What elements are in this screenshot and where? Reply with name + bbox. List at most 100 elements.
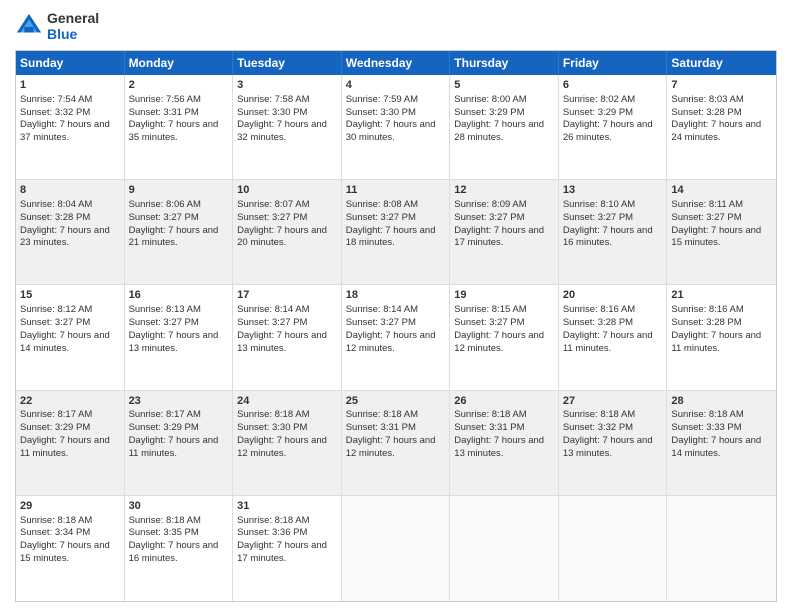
day-number: 19 — [454, 288, 554, 303]
cell-line: Sunset: 3:27 PM — [671, 212, 772, 225]
cell-line: Daylight: 7 hours and 13 minutes. — [237, 330, 337, 356]
cell-line: Daylight: 7 hours and 14 minutes. — [20, 330, 120, 356]
cal-cell: 11Sunrise: 8:08 AMSunset: 3:27 PMDayligh… — [342, 180, 451, 284]
cell-line: Sunrise: 7:54 AM — [20, 94, 120, 107]
header: General Blue — [15, 10, 777, 42]
cell-line: Sunrise: 7:56 AM — [129, 94, 229, 107]
cal-cell: 6Sunrise: 8:02 AMSunset: 3:29 PMDaylight… — [559, 75, 668, 179]
cell-line: Daylight: 7 hours and 11 minutes. — [671, 330, 772, 356]
cell-line: Sunrise: 8:18 AM — [129, 515, 229, 528]
cal-cell: 10Sunrise: 8:07 AMSunset: 3:27 PMDayligh… — [233, 180, 342, 284]
day-number: 31 — [237, 499, 337, 514]
cell-line: Sunset: 3:28 PM — [671, 107, 772, 120]
cell-line: Sunrise: 8:12 AM — [20, 304, 120, 317]
cell-line: Daylight: 7 hours and 23 minutes. — [20, 225, 120, 251]
cell-line: Sunset: 3:31 PM — [346, 422, 446, 435]
cell-line: Sunrise: 8:18 AM — [563, 409, 663, 422]
day-number: 14 — [671, 183, 772, 198]
cal-cell: 28Sunrise: 8:18 AMSunset: 3:33 PMDayligh… — [667, 391, 776, 495]
cell-line: Sunset: 3:29 PM — [563, 107, 663, 120]
day-number: 23 — [129, 394, 229, 409]
cell-line: Sunset: 3:27 PM — [129, 317, 229, 330]
cell-line: Daylight: 7 hours and 17 minutes. — [454, 225, 554, 251]
calendar-body: 1Sunrise: 7:54 AMSunset: 3:32 PMDaylight… — [16, 75, 776, 601]
cal-cell: 17Sunrise: 8:14 AMSunset: 3:27 PMDayligh… — [233, 285, 342, 389]
cell-line: Sunrise: 8:18 AM — [671, 409, 772, 422]
day-number: 24 — [237, 394, 337, 409]
cell-line: Sunrise: 8:14 AM — [237, 304, 337, 317]
day-number: 28 — [671, 394, 772, 409]
cell-line: Sunset: 3:27 PM — [346, 212, 446, 225]
cal-cell: 1Sunrise: 7:54 AMSunset: 3:32 PMDaylight… — [16, 75, 125, 179]
cell-line: Sunset: 3:35 PM — [129, 527, 229, 540]
cell-line: Sunrise: 8:03 AM — [671, 94, 772, 107]
cal-cell — [667, 496, 776, 601]
cal-cell: 24Sunrise: 8:18 AMSunset: 3:30 PMDayligh… — [233, 391, 342, 495]
cell-line: Sunset: 3:28 PM — [671, 317, 772, 330]
cell-line: Sunset: 3:28 PM — [20, 212, 120, 225]
cell-line: Sunset: 3:27 PM — [237, 317, 337, 330]
cell-line: Sunset: 3:27 PM — [20, 317, 120, 330]
cal-cell: 27Sunrise: 8:18 AMSunset: 3:32 PMDayligh… — [559, 391, 668, 495]
cell-line: Sunset: 3:29 PM — [129, 422, 229, 435]
cell-line: Sunset: 3:29 PM — [20, 422, 120, 435]
day-number: 5 — [454, 78, 554, 93]
cal-cell: 4Sunrise: 7:59 AMSunset: 3:30 PMDaylight… — [342, 75, 451, 179]
cell-line: Sunrise: 8:18 AM — [346, 409, 446, 422]
cell-line: Sunrise: 8:13 AM — [129, 304, 229, 317]
cell-line: Sunset: 3:31 PM — [454, 422, 554, 435]
cell-line: Sunrise: 8:17 AM — [129, 409, 229, 422]
calendar: SundayMondayTuesdayWednesdayThursdayFrid… — [15, 50, 777, 602]
day-number: 9 — [129, 183, 229, 198]
cell-line: Sunset: 3:33 PM — [671, 422, 772, 435]
day-number: 17 — [237, 288, 337, 303]
day-number: 10 — [237, 183, 337, 198]
cell-line: Sunrise: 8:06 AM — [129, 199, 229, 212]
cell-line: Daylight: 7 hours and 37 minutes. — [20, 119, 120, 145]
cell-line: Sunrise: 8:08 AM — [346, 199, 446, 212]
cell-line: Sunrise: 8:04 AM — [20, 199, 120, 212]
cal-cell: 26Sunrise: 8:18 AMSunset: 3:31 PMDayligh… — [450, 391, 559, 495]
cal-cell: 2Sunrise: 7:56 AMSunset: 3:31 PMDaylight… — [125, 75, 234, 179]
col-header-tuesday: Tuesday — [233, 51, 342, 75]
cell-line: Sunrise: 8:10 AM — [563, 199, 663, 212]
cell-line: Daylight: 7 hours and 14 minutes. — [671, 435, 772, 461]
cal-cell: 13Sunrise: 8:10 AMSunset: 3:27 PMDayligh… — [559, 180, 668, 284]
day-number: 6 — [563, 78, 663, 93]
cell-line: Sunset: 3:36 PM — [237, 527, 337, 540]
cell-line: Sunrise: 8:00 AM — [454, 94, 554, 107]
day-number: 13 — [563, 183, 663, 198]
cal-cell: 22Sunrise: 8:17 AMSunset: 3:29 PMDayligh… — [16, 391, 125, 495]
cell-line: Sunrise: 8:11 AM — [671, 199, 772, 212]
col-header-monday: Monday — [125, 51, 234, 75]
cell-line: Sunrise: 8:18 AM — [20, 515, 120, 528]
cal-cell — [559, 496, 668, 601]
cell-line: Sunrise: 8:18 AM — [237, 515, 337, 528]
day-number: 25 — [346, 394, 446, 409]
cell-line: Sunrise: 8:15 AM — [454, 304, 554, 317]
cal-cell: 3Sunrise: 7:58 AMSunset: 3:30 PMDaylight… — [233, 75, 342, 179]
cal-cell: 18Sunrise: 8:14 AMSunset: 3:27 PMDayligh… — [342, 285, 451, 389]
cal-cell: 23Sunrise: 8:17 AMSunset: 3:29 PMDayligh… — [125, 391, 234, 495]
calendar-header: SundayMondayTuesdayWednesdayThursdayFrid… — [16, 51, 776, 75]
day-number: 30 — [129, 499, 229, 514]
cal-cell: 20Sunrise: 8:16 AMSunset: 3:28 PMDayligh… — [559, 285, 668, 389]
logo: General Blue — [15, 10, 99, 42]
cell-line: Sunrise: 8:16 AM — [671, 304, 772, 317]
day-number: 8 — [20, 183, 120, 198]
day-number: 11 — [346, 183, 446, 198]
day-number: 4 — [346, 78, 446, 93]
cell-line: Sunrise: 8:18 AM — [237, 409, 337, 422]
cell-line: Daylight: 7 hours and 35 minutes. — [129, 119, 229, 145]
cell-line: Sunset: 3:32 PM — [20, 107, 120, 120]
cal-row-3: 22Sunrise: 8:17 AMSunset: 3:29 PMDayligh… — [16, 391, 776, 496]
cal-cell: 25Sunrise: 8:18 AMSunset: 3:31 PMDayligh… — [342, 391, 451, 495]
cell-line: Sunrise: 8:09 AM — [454, 199, 554, 212]
cal-row-1: 8Sunrise: 8:04 AMSunset: 3:28 PMDaylight… — [16, 180, 776, 285]
col-header-thursday: Thursday — [450, 51, 559, 75]
cell-line: Sunrise: 8:16 AM — [563, 304, 663, 317]
cell-line: Daylight: 7 hours and 24 minutes. — [671, 119, 772, 145]
cal-cell — [450, 496, 559, 601]
day-number: 16 — [129, 288, 229, 303]
day-number: 3 — [237, 78, 337, 93]
